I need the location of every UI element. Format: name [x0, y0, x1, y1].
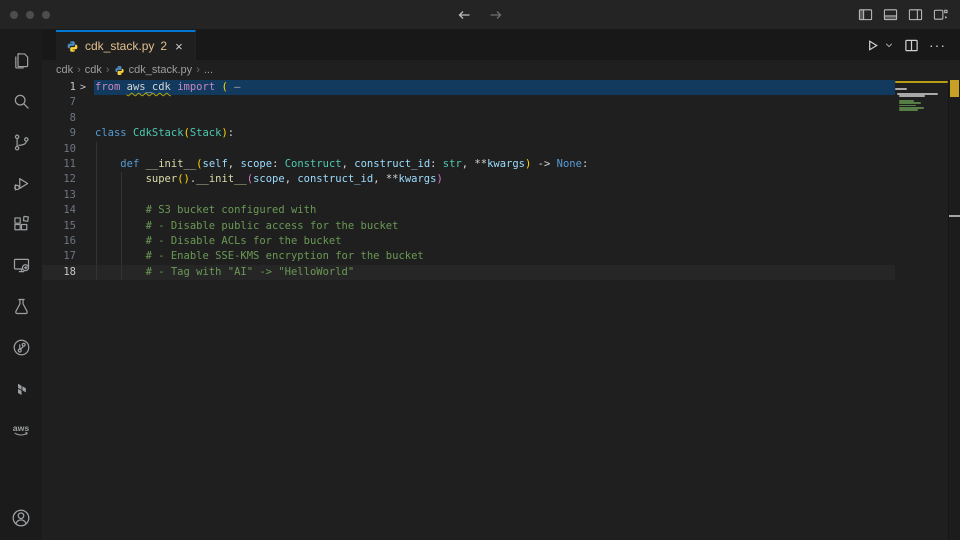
minimize-window-dot[interactable]: [26, 11, 34, 19]
code-text: def __init__(self, scope: Construct, con…: [95, 157, 588, 172]
nav-forward-icon[interactable]: [488, 7, 504, 23]
python-file-icon: [66, 40, 79, 53]
close-window-dot[interactable]: [10, 11, 18, 19]
code-line[interactable]: 11 def __init__(self, scope: Construct, …: [42, 157, 960, 172]
breadcrumb-separator: ›: [77, 64, 81, 76]
line-number: 8: [42, 111, 76, 126]
aws-icon[interactable]: aws: [0, 409, 42, 450]
terraform-icon[interactable]: [0, 368, 42, 409]
run-file-icon[interactable]: [865, 38, 880, 53]
line-number: 13: [42, 188, 76, 203]
split-editor-icon[interactable]: [904, 38, 919, 53]
code-text: # - Enable SSE-KMS encryption for the bu…: [95, 249, 424, 264]
explorer-icon[interactable]: [0, 40, 42, 81]
minimap[interactable]: [895, 80, 948, 540]
line-number: 18: [42, 265, 76, 280]
code-line[interactable]: 13: [42, 188, 960, 203]
code-line[interactable]: 14 # S3 bucket configured with: [42, 203, 960, 218]
overview-warning-marker: [950, 80, 959, 97]
minimap-line: [899, 95, 925, 97]
code-text: super().__init__(scope, construct_id, **…: [95, 172, 443, 187]
customize-layout-icon[interactable]: [933, 7, 948, 22]
code-text: class CdkStack(Stack):: [95, 126, 234, 141]
tab-cdk-stack-py[interactable]: cdk_stack.py 2 ×: [56, 30, 196, 60]
remote-explorer-icon[interactable]: [0, 245, 42, 286]
line-number: 10: [42, 142, 76, 157]
code-line[interactable]: 17 # - Enable SSE-KMS encryption for the…: [42, 249, 960, 264]
traffic-lights[interactable]: [10, 11, 50, 19]
code-text: # - Tag with "AI" -> "HelloWorld": [95, 265, 354, 280]
code-text: # - Disable public access for the bucket: [95, 219, 398, 234]
toggle-primary-sidebar-icon[interactable]: [858, 7, 873, 22]
line-number: 7: [42, 95, 76, 110]
breadcrumb-symbol-ellipsis[interactable]: ...: [204, 64, 213, 76]
more-actions-icon[interactable]: ···: [929, 37, 946, 53]
titlebar: [0, 0, 960, 30]
svg-text:aws: aws: [13, 422, 30, 432]
code-line[interactable]: 10: [42, 142, 960, 157]
toggle-panel-icon[interactable]: [883, 7, 898, 22]
code-line[interactable]: 7: [42, 95, 960, 110]
code-line[interactable]: 12 super().__init__(scope, construct_id,…: [42, 172, 960, 187]
code-lines: 1 >from aws_cdk import ( – 789 class CdkSta…: [42, 80, 960, 280]
breadcrumb-folder[interactable]: cdk: [56, 64, 73, 76]
line-number: 9: [42, 126, 76, 141]
search-icon[interactable]: [0, 81, 42, 122]
overview-cursor-marker: [949, 215, 960, 217]
minimap-line: [895, 88, 907, 90]
git-graph-icon[interactable]: [0, 327, 42, 368]
line-number: 17: [42, 249, 76, 264]
minimap-line: [899, 109, 917, 111]
code-text: # S3 bucket configured with: [95, 203, 316, 218]
code-text: from aws_cdk import ( –: [95, 80, 240, 95]
extensions-icon[interactable]: [0, 204, 42, 245]
indent-guide: [96, 142, 97, 157]
breadcrumb-file[interactable]: cdk_stack.py: [114, 64, 193, 76]
breadcrumb-folder[interactable]: cdk: [85, 64, 102, 76]
line-number: 12: [42, 172, 76, 187]
activity-bar: aws: [0, 30, 42, 540]
testing-icon[interactable]: [0, 286, 42, 327]
tab-label: cdk_stack.py: [85, 39, 154, 53]
code-line[interactable]: 8: [42, 111, 960, 126]
tab-suffix: 2: [160, 39, 167, 53]
python-file-icon: [114, 65, 125, 76]
vscode-window: aws cdk_stack.py 2 ×: [0, 0, 960, 540]
code-line[interactable]: 9 class CdkStack(Stack):: [42, 126, 960, 141]
tab-bar: cdk_stack.py 2 × ···: [42, 30, 960, 60]
tab-close-icon[interactable]: ×: [173, 38, 185, 55]
account-icon[interactable]: [0, 497, 42, 538]
line-number: 15: [42, 219, 76, 234]
line-number: 14: [42, 203, 76, 218]
line-number: 1: [42, 80, 76, 95]
code-line[interactable]: 16 # - Disable ACLs for the bucket: [42, 234, 960, 249]
fold-chevron-icon[interactable]: >: [80, 80, 92, 95]
code-text: # - Disable ACLs for the bucket: [95, 234, 342, 249]
run-dropdown-chevron-icon[interactable]: [884, 40, 894, 50]
code-line[interactable]: 1 >from aws_cdk import ( –: [42, 80, 960, 95]
indent-guide: [96, 188, 97, 203]
zoom-window-dot[interactable]: [42, 11, 50, 19]
line-number: 11: [42, 157, 76, 172]
run-and-debug-icon[interactable]: [0, 163, 42, 204]
minimap-line: [899, 102, 921, 104]
code-editor[interactable]: 1 >from aws_cdk import ( – 789 class CdkSta…: [42, 80, 960, 540]
breadcrumb-separator: ›: [106, 64, 110, 76]
minimap-line: [895, 81, 948, 83]
indent-guide: [121, 188, 122, 203]
toggle-secondary-sidebar-icon[interactable]: [908, 7, 923, 22]
overview-ruler: [948, 80, 960, 540]
breadcrumb: cdk › cdk › cdk_stack.py › ...: [42, 60, 960, 80]
breadcrumb-separator: ›: [196, 64, 200, 76]
nav-back-icon[interactable]: [456, 7, 472, 23]
code-line[interactable]: 15 # - Disable public access for the buc…: [42, 219, 960, 234]
source-control-icon[interactable]: [0, 122, 42, 163]
line-number: 16: [42, 234, 76, 249]
code-line[interactable]: 18 # - Tag with "AI" -> "HelloWorld": [42, 265, 960, 280]
